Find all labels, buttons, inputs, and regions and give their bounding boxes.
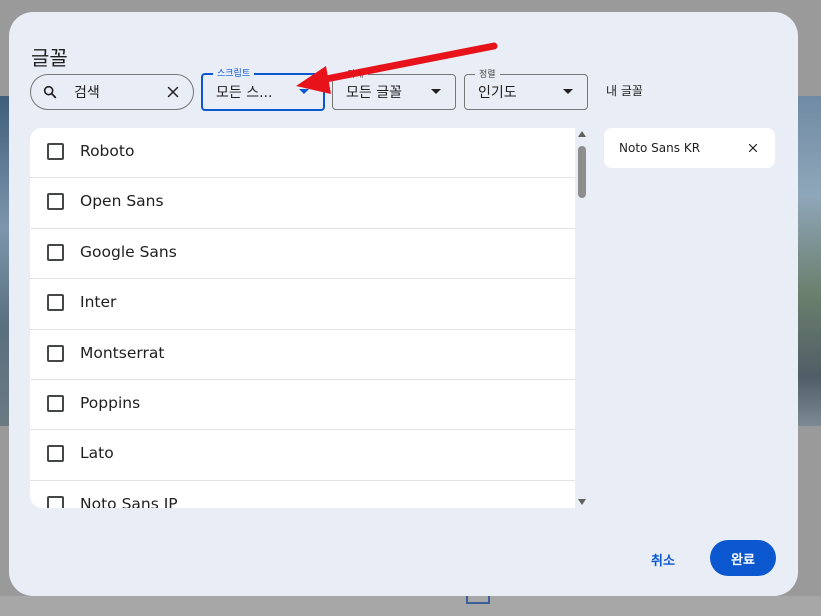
background-bottom-mark [466, 596, 490, 604]
done-button[interactable]: 완료 [710, 540, 776, 576]
font-name: Montserrat [80, 343, 165, 362]
category-filter-select[interactable]: 카테 모든 글꼴 [332, 67, 456, 110]
sort-select[interactable]: 정렬 인기도 [464, 67, 588, 110]
font-name: Inter [80, 293, 117, 312]
selected-font-chip: Noto Sans KR [604, 128, 775, 168]
font-name: Noto Sans JP [80, 494, 178, 508]
scroll-down-icon[interactable] [578, 499, 586, 505]
font-name: Lato [80, 444, 114, 463]
font-checkbox[interactable] [47, 294, 64, 312]
script-filter-label: 스크립트 [213, 66, 255, 79]
font-list-item[interactable]: Google Sans [30, 229, 575, 280]
font-checkbox[interactable] [47, 344, 64, 362]
sort-value: 인기도 [478, 85, 517, 101]
font-dialog: 글꼴 검색 스크립트 모든 스... 카테 모든 글꼴 정렬 인기도 내 글꼴 … [9, 12, 798, 596]
caret-down-icon [431, 89, 441, 94]
font-list-item[interactable]: Montserrat [30, 330, 575, 380]
search-placeholder: 검색 [74, 85, 100, 101]
selected-font-name: Noto Sans KR [619, 141, 701, 155]
cancel-button[interactable]: 취소 [651, 550, 675, 569]
caret-down-icon [299, 89, 309, 94]
font-name: Roboto [80, 142, 135, 160]
font-list-item[interactable]: Open Sans [30, 178, 575, 229]
category-filter-value: 모든 글꼴 [346, 85, 402, 101]
scrollbar-thumb[interactable] [578, 146, 586, 198]
caret-down-icon [563, 89, 573, 94]
background-bottom-bar [0, 596, 821, 616]
font-list-scrollbar[interactable] [575, 128, 589, 508]
font-name: Poppins [80, 393, 141, 412]
font-checkbox[interactable] [47, 243, 64, 261]
font-checkbox[interactable] [47, 193, 64, 211]
category-filter-label: 카테 [343, 67, 368, 80]
dialog-title: 글꼴 [31, 46, 68, 70]
font-list-item[interactable]: Inter [30, 279, 575, 330]
font-list-item[interactable]: Noto Sans JP [30, 481, 575, 508]
search-input[interactable]: 검색 [30, 74, 194, 110]
font-name: Open Sans [80, 192, 164, 211]
scroll-up-icon[interactable] [578, 131, 586, 137]
script-filter-value: 모든 스... [216, 85, 273, 101]
font-list-item[interactable]: Lato [30, 430, 575, 481]
font-checkbox[interactable] [47, 495, 64, 508]
font-list: Roboto Open Sans Google Sans Inter Monts… [30, 128, 575, 508]
remove-font-icon[interactable] [747, 142, 759, 154]
script-filter-select[interactable]: 스크립트 모든 스... [201, 66, 325, 111]
sort-label: 정렬 [475, 67, 500, 80]
font-name: Google Sans [80, 242, 177, 261]
font-list-item[interactable]: Roboto [30, 128, 575, 179]
my-fonts-heading: 내 글꼴 [606, 84, 643, 98]
font-list-item[interactable]: Poppins [30, 380, 575, 431]
font-checkbox[interactable] [47, 143, 64, 160]
font-checkbox[interactable] [47, 445, 64, 463]
search-icon [43, 85, 57, 99]
clear-search-icon[interactable] [164, 83, 182, 101]
font-checkbox[interactable] [47, 394, 64, 412]
background-image-right [794, 96, 821, 426]
